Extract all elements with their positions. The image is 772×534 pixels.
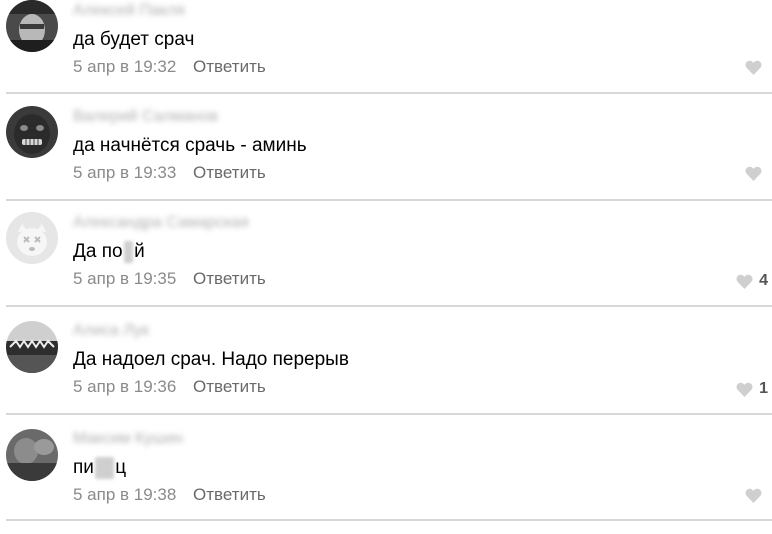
like-count: 1 <box>759 380 768 397</box>
comment-item: Александра Самарская Да похй 5 апр в 19:… <box>0 212 772 319</box>
comment-text-part: й <box>134 241 145 262</box>
comment-time[interactable]: 5 апр в 19:33 <box>73 163 176 182</box>
heart-icon <box>745 166 762 181</box>
comment-text: Да надоел срач. Надо перерыв <box>73 349 349 370</box>
comment-meta: 5 апр в 19:33 Ответить <box>73 163 266 183</box>
comment-author[interactable]: Максим Кушин <box>73 430 183 448</box>
comment-meta: 5 апр в 19:36 Ответить <box>73 377 266 397</box>
like-count: 4 <box>759 272 768 289</box>
comment-item: Алексей Пакля да будет срач 5 апр в 19:3… <box>0 0 772 107</box>
heart-icon <box>745 488 762 503</box>
like-button[interactable] <box>745 60 768 75</box>
divider <box>6 413 772 415</box>
reply-button[interactable]: Ответить <box>193 377 266 396</box>
reply-button[interactable]: Ответить <box>193 57 266 76</box>
avatar[interactable] <box>6 106 58 158</box>
reply-button[interactable]: Ответить <box>193 485 266 504</box>
reply-button[interactable]: Ответить <box>193 163 266 182</box>
comment-text: да будет срач <box>73 29 195 50</box>
heart-icon <box>745 60 762 75</box>
like-button[interactable] <box>745 166 768 181</box>
comment-text: Да похй <box>73 241 145 263</box>
censored-word: х <box>123 241 134 263</box>
avatar[interactable] <box>6 0 58 52</box>
comment-meta: 5 апр в 19:32 Ответить <box>73 57 266 77</box>
comment-item: Алиса Лук Да надоел срач. Надо перерыв 5… <box>0 319 772 426</box>
comment-time[interactable]: 5 апр в 19:38 <box>73 485 176 504</box>
comment-author[interactable]: Алиса Лук <box>73 322 149 340</box>
comment-time[interactable]: 5 апр в 19:32 <box>73 57 176 76</box>
like-button[interactable]: 1 <box>736 380 768 398</box>
divider <box>6 519 772 521</box>
comment-text-part: Да по <box>73 241 123 262</box>
comment-author[interactable]: Алексей Пакля <box>73 2 185 20</box>
comment-text-part: ц <box>115 457 127 478</box>
comment-time[interactable]: 5 апр в 19:35 <box>73 269 176 288</box>
avatar[interactable] <box>6 212 58 264</box>
comment-author[interactable]: Александра Самарская <box>73 214 249 232</box>
comment-time[interactable]: 5 апр в 19:36 <box>73 377 176 396</box>
comment-item: Максим Кушин пиздц 5 апр в 19:38 Ответит… <box>0 427 772 534</box>
heart-icon <box>736 274 753 289</box>
comment-author[interactable]: Валерий Салманов <box>73 108 218 126</box>
like-button[interactable]: 4 <box>736 272 768 290</box>
comment-text: да начнётся срачь - аминь <box>73 135 307 156</box>
avatar[interactable] <box>6 321 58 373</box>
heart-icon <box>736 382 753 397</box>
reply-button[interactable]: Ответить <box>193 269 266 288</box>
comment-text-part: пи <box>73 457 94 478</box>
comment-text: пиздц <box>73 457 126 479</box>
divider <box>6 305 772 307</box>
avatar[interactable] <box>6 429 58 481</box>
like-button[interactable] <box>745 488 768 503</box>
comment-item: Валерий Салманов да начнётся срачь - ами… <box>0 106 772 213</box>
comment-meta: 5 апр в 19:35 Ответить <box>73 269 266 289</box>
censored-word: зд <box>94 457 115 479</box>
comment-meta: 5 апр в 19:38 Ответить <box>73 485 266 505</box>
divider <box>6 199 772 201</box>
divider <box>6 92 772 94</box>
